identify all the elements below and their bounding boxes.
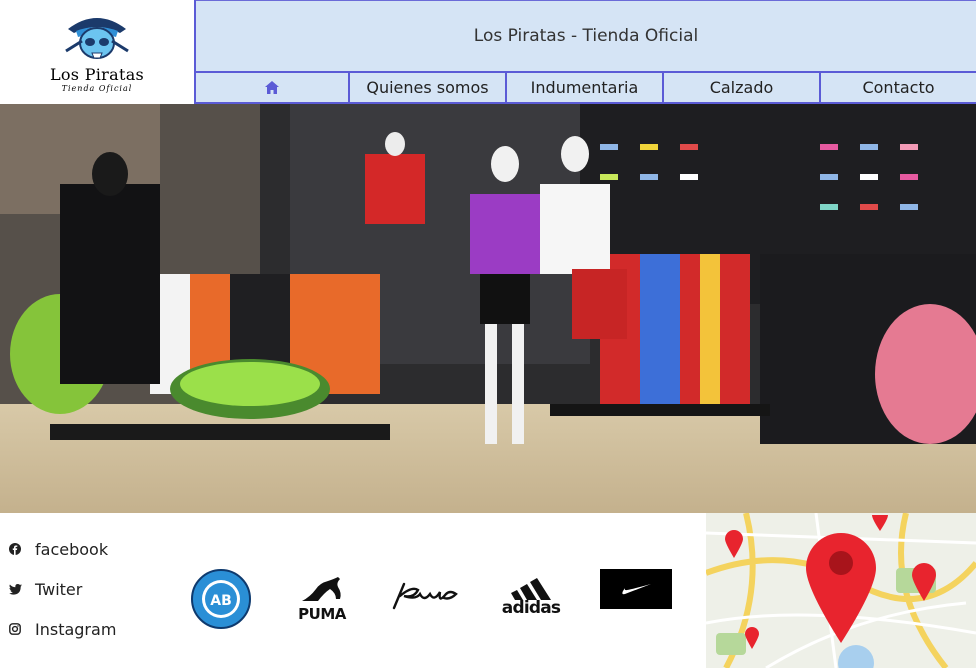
- main-nav: Quienes somos Indumentaria Calzado Conta…: [196, 71, 976, 104]
- nav-item-indumentaria[interactable]: Indumentaria: [507, 73, 664, 102]
- home-icon: [265, 81, 279, 94]
- facebook-icon: [8, 542, 22, 556]
- site-title: Los Piratas - Tienda Oficial: [473, 26, 699, 46]
- store-hero-image: [0, 104, 976, 513]
- puma-logo[interactable]: PUMA: [292, 570, 352, 628]
- social-instagram-link[interactable]: Instagram: [8, 609, 116, 649]
- location-map[interactable]: [706, 513, 976, 668]
- facebook-label: facebook: [35, 539, 109, 559]
- nav-item-quienes-somos[interactable]: Quienes somos: [350, 73, 507, 102]
- nav-item-calzado[interactable]: Calzado: [664, 73, 821, 102]
- store-interior-illustration: [0, 104, 976, 513]
- kappa-logo[interactable]: [386, 575, 466, 615]
- adidas-logo[interactable]: adidas: [496, 569, 566, 623]
- nike-swoosh-icon: [622, 584, 651, 595]
- adidas-wordmark: adidas: [501, 598, 561, 618]
- logo-subtitle: Tienda Oficial: [61, 84, 133, 93]
- social-facebook-link[interactable]: facebook: [8, 529, 116, 569]
- social-links: facebook Twiter Instagram: [8, 529, 116, 649]
- instagram-icon: [8, 622, 22, 636]
- footer: facebook Twiter Instagram AB PUMA adidas: [0, 513, 976, 668]
- site-title-bar: Los Piratas - Tienda Oficial: [196, 0, 976, 71]
- brand-logos: AB PUMA adidas: [186, 565, 686, 635]
- site-logo[interactable]: Los Piratas Tienda Oficial: [0, 0, 196, 104]
- page: Los Piratas Tienda Oficial Los Piratas -…: [0, 0, 976, 668]
- twitter-label: Twiter: [35, 579, 83, 599]
- nav-home[interactable]: [196, 73, 350, 102]
- puma-cat-icon: [302, 577, 341, 601]
- nike-logo[interactable]: [600, 569, 672, 609]
- nav-item-contacto[interactable]: Contacto: [821, 73, 976, 102]
- instagram-label: Instagram: [35, 619, 117, 639]
- belgrano-monogram: AB: [210, 593, 232, 609]
- puma-wordmark: PUMA: [298, 605, 346, 623]
- adidas-stripes-icon: [511, 578, 551, 600]
- pirate-skull-icon: [65, 18, 129, 59]
- social-twitter-link[interactable]: Twiter: [8, 569, 116, 609]
- twitter-icon: [8, 582, 22, 596]
- logo-title: Los Piratas: [49, 65, 145, 84]
- club-belgrano-logo[interactable]: AB: [190, 568, 252, 630]
